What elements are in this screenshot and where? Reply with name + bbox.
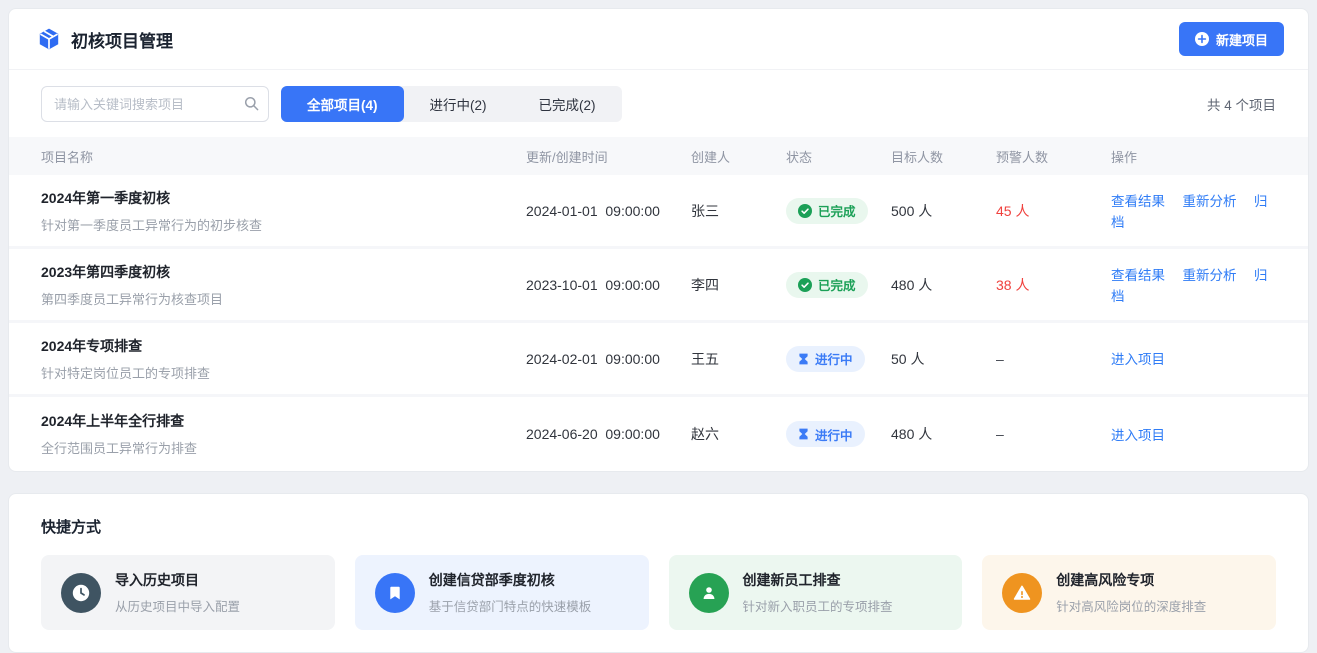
table-row: 2024年第一季度初核 针对第一季度员工异常行为的初步核查 2024-01-01… — [9, 175, 1308, 249]
project-table: 项目名称 更新/创建时间 创建人 状态 目标人数 预警人数 操作 2024年第一… — [9, 137, 1308, 471]
col-header-status: 状态 — [786, 147, 891, 166]
project-warning-count: 45 人 — [996, 201, 1111, 221]
project-name: 2024年第一季度初核 — [41, 188, 514, 208]
shortcut-credit-dept-template[interactable]: 创建信贷部季度初核 基于信贷部门特点的快速模板 — [355, 555, 649, 630]
col-header-warning: 预警人数 — [996, 147, 1111, 166]
table-row: 2023年第四季度初核 第四季度员工异常行为核查项目 2023-10-01 09… — [9, 249, 1308, 323]
shortcut-high-risk-special[interactable]: 创建高风险专项 针对高风险岗位的深度排查 — [982, 555, 1276, 630]
project-target-count: 50 人 — [891, 349, 996, 369]
shortcut-new-employee-screening[interactable]: 创建新员工排查 针对新入职员工的专项排查 — [669, 555, 963, 630]
tab-all-projects[interactable]: 全部项目(4) — [281, 86, 404, 122]
new-project-button[interactable]: 新建项目 — [1179, 22, 1284, 56]
new-project-label: 新建项目 — [1216, 30, 1268, 49]
page-header: 初核项目管理 新建项目 — [9, 9, 1308, 70]
shortcuts-title: 快捷方式 — [41, 516, 1276, 537]
status-badge: 进行中 — [786, 421, 865, 447]
status-label: 进行中 — [815, 425, 853, 444]
app-logo-icon — [37, 27, 61, 51]
project-filter-tabs: 全部项目(4) 进行中(2) 已完成(2) — [281, 86, 622, 122]
project-name: 2024年上半年全行排查 — [41, 411, 514, 431]
search-input[interactable] — [41, 86, 269, 122]
shortcut-import-history[interactable]: 导入历史项目 从历史项目中导入配置 — [41, 555, 335, 630]
status-label: 进行中 — [815, 349, 853, 368]
search-box — [41, 86, 269, 122]
project-description: 全行范围员工异常行为排查 — [41, 438, 514, 457]
status-label: 已完成 — [818, 275, 856, 294]
shortcut-description: 从历史项目中导入配置 — [115, 596, 240, 615]
status-badge: 已完成 — [786, 272, 868, 298]
table-row: 2024年上半年全行排查 全行范围员工异常行为排查 2024-06-20 09:… — [9, 397, 1308, 471]
page: 初核项目管理 新建项目 — [0, 0, 1317, 648]
hourglass-icon — [798, 353, 809, 365]
project-time: 2024-01-01 09:00:00 — [526, 203, 691, 219]
col-header-name: 项目名称 — [41, 147, 526, 166]
hourglass-icon — [798, 428, 809, 440]
search-icon — [244, 96, 259, 111]
action-view-results[interactable]: 查看结果 — [1111, 194, 1165, 209]
clock-icon — [61, 573, 101, 613]
project-creator: 赵六 — [691, 424, 786, 444]
project-warning-count: – — [996, 351, 1111, 367]
table-header-row: 项目名称 更新/创建时间 创建人 状态 目标人数 预警人数 操作 — [9, 137, 1308, 175]
project-name: 2024年专项排查 — [41, 336, 514, 356]
shortcut-title: 创建高风险专项 — [1056, 570, 1206, 590]
action-reanalyze[interactable]: 重新分析 — [1182, 194, 1236, 209]
action-reanalyze[interactable]: 重新分析 — [1182, 268, 1236, 283]
project-name: 2023年第四季度初核 — [41, 262, 514, 282]
user-icon — [689, 573, 729, 613]
project-time: 2024-02-01 09:00:00 — [526, 351, 691, 367]
project-description: 第四季度员工异常行为核查项目 — [41, 289, 514, 308]
shortcut-description: 针对新入职员工的专项排查 — [743, 596, 893, 615]
col-header-target: 目标人数 — [891, 147, 996, 166]
project-time: 2023-10-01 09:00:00 — [526, 277, 691, 293]
warning-icon — [1002, 573, 1042, 613]
shortcut-description: 基于信贷部门特点的快速模板 — [429, 596, 592, 615]
status-badge: 已完成 — [786, 198, 868, 224]
project-warning-count: 38 人 — [996, 275, 1111, 295]
project-warning-count: – — [996, 426, 1111, 442]
col-header-creator: 创建人 — [691, 147, 786, 166]
project-target-count: 480 人 — [891, 424, 996, 444]
status-label: 已完成 — [818, 201, 856, 220]
shortcuts-card: 快捷方式 导入历史项目 从历史项目中导入配置 — [8, 493, 1309, 653]
action-enter-project[interactable]: 进入项目 — [1111, 352, 1165, 367]
tab-completed[interactable]: 已完成(2) — [513, 86, 622, 122]
toolbar: 全部项目(4) 进行中(2) 已完成(2) 共 4 个项目 — [9, 70, 1308, 137]
project-description: 针对第一季度员工异常行为的初步核查 — [41, 215, 514, 234]
plus-circle-icon — [1195, 32, 1209, 46]
action-view-results[interactable]: 查看结果 — [1111, 268, 1165, 283]
shortcut-title: 导入历史项目 — [115, 570, 240, 590]
page-title: 初核项目管理 — [71, 27, 173, 52]
project-creator: 李四 — [691, 275, 786, 295]
shortcut-title: 创建新员工排查 — [743, 570, 893, 590]
action-enter-project[interactable]: 进入项目 — [1111, 428, 1165, 443]
bookmark-icon — [375, 573, 415, 613]
tab-in-progress[interactable]: 进行中(2) — [404, 86, 513, 122]
project-management-card: 初核项目管理 新建项目 — [8, 8, 1309, 472]
project-creator: 王五 — [691, 349, 786, 369]
table-row: 2024年专项排查 针对特定岗位员工的专项排查 2024-02-01 09:00… — [9, 323, 1308, 397]
check-circle-icon — [798, 278, 812, 292]
project-creator: 张三 — [691, 201, 786, 221]
project-time: 2024-06-20 09:00:00 — [526, 426, 691, 442]
shortcut-title: 创建信贷部季度初核 — [429, 570, 592, 590]
project-description: 针对特定岗位员工的专项排查 — [41, 363, 514, 382]
check-circle-icon — [798, 204, 812, 218]
project-target-count: 500 人 — [891, 201, 996, 221]
project-target-count: 480 人 — [891, 275, 996, 295]
total-count: 共 4 个项目 — [1207, 94, 1276, 114]
col-header-time: 更新/创建时间 — [526, 147, 691, 166]
col-header-actions: 操作 — [1111, 147, 1276, 166]
shortcut-description: 针对高风险岗位的深度排查 — [1056, 596, 1206, 615]
status-badge: 进行中 — [786, 346, 865, 372]
